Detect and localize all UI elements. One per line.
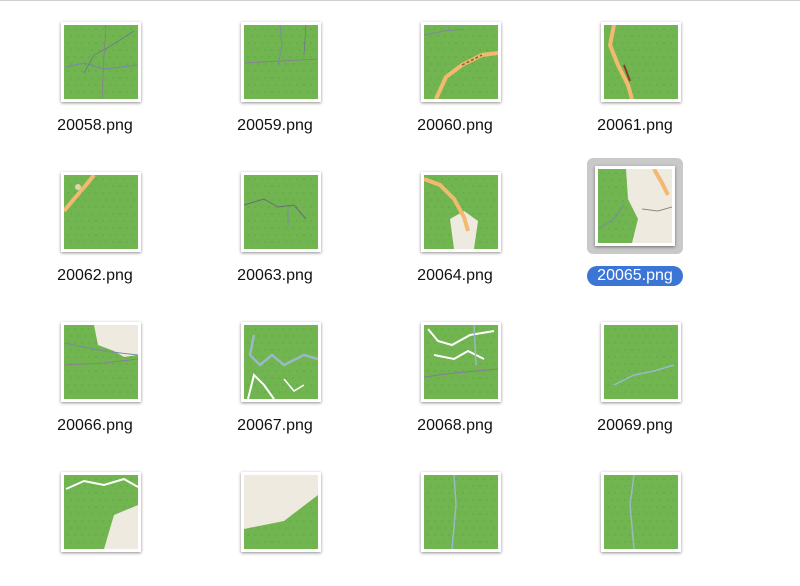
file-icon-grid: 20058.png 20059.png 20060.png 20061.png … bbox=[0, 0, 800, 552]
file-thumbnail[interactable] bbox=[47, 8, 143, 104]
file-thumbnail[interactable] bbox=[587, 308, 683, 404]
file-thumbnail[interactable] bbox=[227, 308, 323, 404]
map-thumbnail-icon bbox=[424, 475, 498, 549]
file-name[interactable]: 20064.png bbox=[385, 266, 525, 286]
map-thumbnail-icon bbox=[64, 475, 138, 549]
file-name[interactable]: 20069.png bbox=[565, 416, 705, 436]
map-thumbnail-icon bbox=[424, 25, 498, 99]
file-name[interactable]: 20059.png bbox=[205, 116, 345, 136]
file-thumbnail[interactable] bbox=[587, 158, 683, 254]
file-name[interactable] bbox=[385, 566, 525, 586]
file-name[interactable] bbox=[205, 566, 345, 586]
file-name[interactable]: 20066.png bbox=[25, 416, 165, 436]
file-thumbnail[interactable] bbox=[587, 458, 683, 554]
map-thumbnail-icon bbox=[64, 175, 138, 249]
file-name[interactable]: 20068.png bbox=[385, 416, 525, 436]
file-thumbnail[interactable] bbox=[407, 158, 503, 254]
file-name[interactable]: 20063.png bbox=[205, 266, 345, 286]
file-name[interactable]: 20065.png bbox=[565, 266, 705, 286]
file-thumbnail[interactable] bbox=[407, 458, 503, 554]
map-thumbnail-icon bbox=[604, 25, 678, 99]
map-thumbnail-icon bbox=[244, 325, 318, 399]
map-thumbnail-icon bbox=[244, 25, 318, 99]
file-name[interactable] bbox=[25, 566, 165, 586]
map-thumbnail-icon bbox=[598, 169, 672, 243]
file-thumbnail[interactable] bbox=[47, 458, 143, 554]
file-thumbnail[interactable] bbox=[227, 458, 323, 554]
map-thumbnail-icon bbox=[64, 325, 138, 399]
file-thumbnail[interactable] bbox=[47, 158, 143, 254]
map-thumbnail-icon bbox=[424, 175, 498, 249]
map-thumbnail-icon bbox=[244, 175, 318, 249]
file-name[interactable]: 20058.png bbox=[25, 116, 165, 136]
file-name[interactable]: 20067.png bbox=[205, 416, 345, 436]
map-thumbnail-icon bbox=[424, 325, 498, 399]
file-thumbnail[interactable] bbox=[47, 308, 143, 404]
map-thumbnail-icon bbox=[64, 25, 138, 99]
map-thumbnail-icon bbox=[244, 475, 318, 549]
file-name[interactable]: 20062.png bbox=[25, 266, 165, 286]
file-name[interactable]: 20060.png bbox=[385, 116, 525, 136]
file-thumbnail[interactable] bbox=[587, 8, 683, 104]
file-thumbnail[interactable] bbox=[227, 158, 323, 254]
file-thumbnail[interactable] bbox=[407, 8, 503, 104]
file-thumbnail[interactable] bbox=[407, 308, 503, 404]
file-thumbnail[interactable] bbox=[227, 8, 323, 104]
map-thumbnail-icon bbox=[604, 325, 678, 399]
map-thumbnail-icon bbox=[604, 475, 678, 549]
file-name[interactable]: 20061.png bbox=[565, 116, 705, 136]
file-name[interactable] bbox=[565, 566, 705, 586]
